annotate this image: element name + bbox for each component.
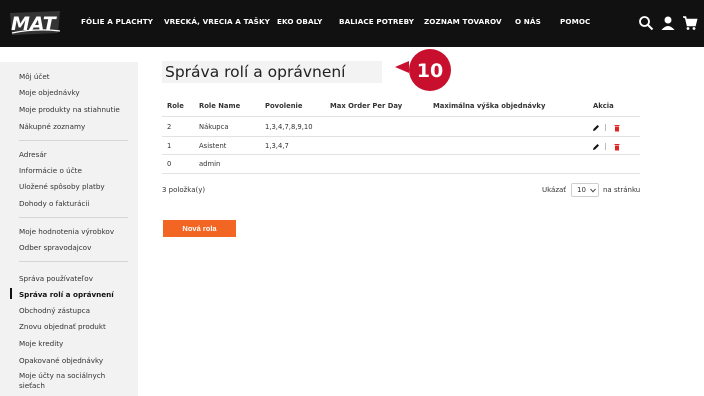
sidebar-item-nakupne-zoznamy[interactable]: Nákupné zoznamy bbox=[19, 122, 85, 131]
cart-icon[interactable] bbox=[682, 15, 698, 31]
table-cell-role-name: admin bbox=[199, 160, 221, 168]
sidebar-item-produkty-na-stiahnutie[interactable]: Moje produkty na stiahnutie bbox=[19, 105, 120, 114]
column-header-role: Role bbox=[167, 102, 184, 110]
column-header-max-order: Max Order Per Day bbox=[330, 102, 403, 110]
edit-icon[interactable] bbox=[592, 143, 600, 151]
user-icon[interactable] bbox=[660, 15, 676, 31]
delete-icon[interactable] bbox=[613, 143, 621, 151]
table-cell-role-name: Nákupca bbox=[199, 123, 229, 131]
column-header-role-name: Role Name bbox=[199, 102, 241, 110]
new-role-button[interactable]: Nová rola bbox=[163, 220, 236, 237]
sidebar-item-sprava-pouzivatelov[interactable]: Správa používateľov bbox=[19, 274, 93, 283]
table-cell-permissions: 1,3,4,7,8,9,10 bbox=[265, 123, 313, 131]
sidebar-item-adresar[interactable]: Adresár bbox=[19, 150, 47, 159]
table-cell-role-name: Asistent bbox=[199, 142, 227, 150]
per-page-suffix: na stránku bbox=[603, 186, 641, 194]
sidebar-item-moj-ucet[interactable]: Môj účet bbox=[19, 72, 50, 81]
nav-o-nas[interactable]: O NÁS bbox=[515, 17, 541, 26]
sidebar-item-moje-objednavky[interactable]: Moje objednávky bbox=[19, 88, 80, 97]
sidebar-item-moje-kredity[interactable]: Moje kredity bbox=[19, 339, 63, 348]
action-separator bbox=[605, 124, 606, 131]
sidebar-item-opakovane-objednavky[interactable]: Opakované objednávky bbox=[19, 356, 103, 365]
step-number-badge: 10 bbox=[395, 49, 451, 91]
column-header-akcia: Akcia bbox=[593, 102, 614, 110]
nav-baliace-potreby[interactable]: BALIACE POTREBY bbox=[339, 17, 414, 26]
sidebar-item-hodnotenia-vyrobkov[interactable]: Moje hodnotenia výrobkov bbox=[19, 227, 114, 236]
sidebar-item-informacie-o-ucte[interactable]: Informácie o účte bbox=[19, 166, 82, 175]
column-header-max-vyska: Maximálna výška objednávky bbox=[433, 102, 546, 110]
delete-icon[interactable] bbox=[613, 124, 621, 132]
table-row-divider bbox=[162, 136, 640, 137]
sidebar-item-odber-spravodajcov[interactable]: Odber spravodajcov bbox=[19, 243, 91, 252]
table-cell-role: 0 bbox=[167, 160, 172, 168]
table-cell-role: 1 bbox=[167, 142, 172, 150]
per-page-select[interactable]: 10 bbox=[571, 183, 599, 197]
step-number: 10 bbox=[417, 60, 443, 82]
sidebar-divider bbox=[19, 217, 128, 218]
sidebar-item-dohody-o-fakturacii[interactable]: Dohody o fakturácii bbox=[19, 199, 89, 208]
per-page-value: 10 bbox=[577, 186, 586, 194]
nav-eko-obaly[interactable]: EKO OBALY bbox=[277, 17, 322, 26]
table-header-divider bbox=[162, 116, 640, 117]
sidebar-item-ulozene-sposoby-platby[interactable]: Uložené spôsoby platby bbox=[19, 182, 105, 191]
nav-vrecka-vrecia-tasky[interactable]: VRECKÁ, VRECIA A TAŠKY bbox=[164, 17, 270, 26]
account-sidebar: Môj účet Moje objednávky Moje produkty n… bbox=[0, 62, 138, 396]
table-cell-role: 2 bbox=[167, 123, 172, 131]
edit-icon[interactable] bbox=[592, 124, 600, 132]
chevron-down-icon bbox=[590, 188, 596, 193]
table-row-divider bbox=[162, 154, 640, 155]
nav-folie-a-plachty[interactable]: FÓLIE A PLACHTY bbox=[81, 17, 153, 26]
mat-logo[interactable]: MAT bbox=[8, 9, 62, 37]
item-count: 3 položka(y) bbox=[162, 186, 206, 194]
sidebar-divider bbox=[19, 261, 128, 262]
nav-pomoc[interactable]: POMOC bbox=[560, 17, 590, 26]
sidebar-divider bbox=[19, 140, 128, 141]
action-separator bbox=[605, 143, 606, 150]
column-header-povolenie: Povolenie bbox=[265, 102, 303, 110]
page-title: Správa rolí a oprávnení bbox=[162, 61, 382, 83]
sidebar-item-obchodny-zastupca[interactable]: Obchodný zástupca bbox=[19, 306, 90, 315]
show-label: Ukázať bbox=[542, 186, 567, 194]
sidebar-item-sprava-roli[interactable]: Správa rolí a oprávnení bbox=[19, 290, 114, 299]
search-icon[interactable] bbox=[638, 15, 654, 31]
sidebar-item-socialne-siete[interactable]: Moje účty na sociálnych sieťach bbox=[19, 371, 119, 391]
nav-zoznam-tovarov[interactable]: ZOZNAM TOVAROV bbox=[424, 17, 502, 26]
sidebar-item-znovu-objednat-produkt[interactable]: Znovu objednať produkt bbox=[19, 322, 106, 331]
top-navigation-bar: MAT FÓLIE A PLACHTY VRECKÁ, VRECIA A TAŠ… bbox=[0, 0, 704, 47]
table-bottom-divider bbox=[162, 173, 640, 174]
active-item-marker bbox=[10, 288, 12, 299]
table-cell-permissions: 1,3,4,7 bbox=[265, 142, 289, 150]
